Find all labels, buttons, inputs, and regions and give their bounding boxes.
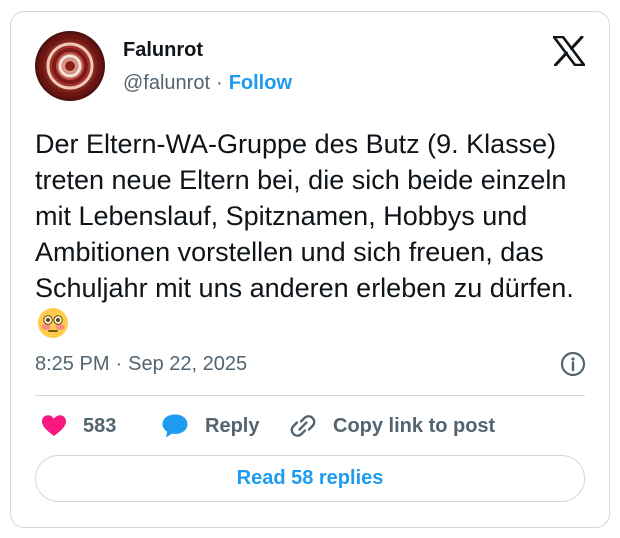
like-count: 583	[83, 414, 117, 437]
read-replies-label: Read 58 replies	[236, 467, 384, 489]
avatar-image	[35, 31, 105, 101]
info-icon[interactable]	[560, 351, 586, 377]
flushed-face-emoji	[37, 307, 69, 339]
reply-button[interactable]: Reply	[161, 412, 259, 440]
handle-row: @falunrot · Follow	[123, 72, 292, 95]
speech-bubble-icon	[162, 414, 188, 438]
separator-dot: ·	[216, 72, 223, 94]
divider	[35, 395, 585, 396]
follow-button[interactable]: Follow	[229, 72, 292, 94]
x-logo-icon[interactable]	[552, 35, 586, 67]
avatar[interactable]	[35, 31, 105, 101]
timestamp[interactable]: 8:25 PM · Sep 22, 2025	[35, 353, 247, 376]
link-icon	[290, 415, 316, 437]
copy-link-label: Copy link to post	[333, 414, 496, 437]
like-button[interactable]: 583	[41, 412, 116, 440]
tweet-time: 8:25 PM	[35, 353, 110, 375]
reply-label: Reply	[205, 414, 260, 437]
tweet-card: Falunrot @falunrot · Follow Der Eltern-WA-…	[10, 11, 610, 528]
author-handle[interactable]: @falunrot	[123, 72, 210, 94]
read-replies-button[interactable]: Read 58 replies	[35, 455, 585, 502]
tweet-date: Sep 22, 2025	[128, 353, 248, 375]
tweet-text: Der Eltern-WA-Gruppe des Butz (9. Klasse…	[35, 126, 595, 342]
separator-dot: ·	[115, 353, 123, 375]
copy-link-button[interactable]: Copy link to post	[289, 412, 495, 440]
heart-icon	[42, 415, 66, 436]
author-name[interactable]: Falunrot	[123, 39, 203, 62]
tweet-text-content: Der Eltern-WA-Gruppe des Butz (9. Klasse…	[35, 129, 574, 303]
